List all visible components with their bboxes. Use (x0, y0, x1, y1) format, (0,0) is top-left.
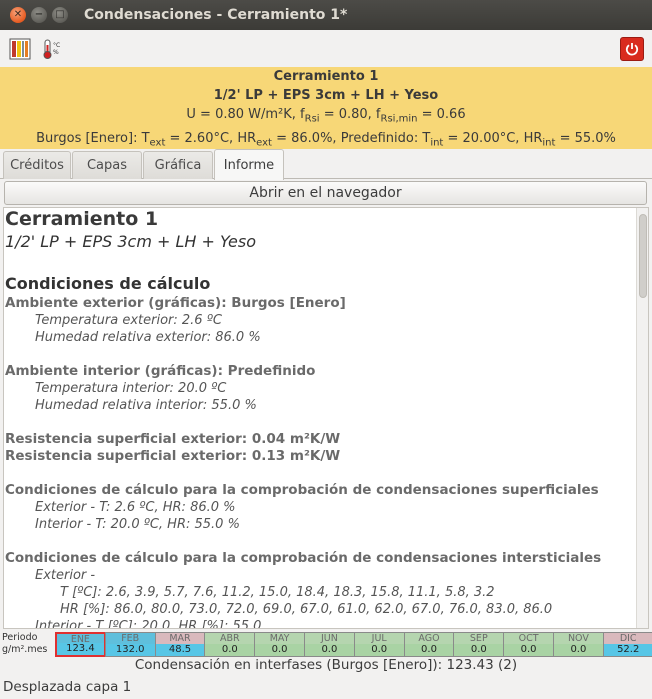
month-selector: Periodo g/m².mes ENE 123.4 FEB 132.0 MAR 48.5… (0, 631, 652, 657)
status-bar: Desplazada capa 1 (3, 679, 132, 695)
month-value: 123.4 (57, 643, 104, 655)
rsi-line: Resistencia superficial exterior: 0.13 m… (5, 448, 341, 464)
tab-bar: Créditos Capas Gráfica Informe (0, 149, 652, 180)
month-dic[interactable]: DIC 52.2 (602, 632, 652, 657)
surface-interior-conditions: Interior - T: 20.0 ºC, HR: 55.0 % (35, 517, 240, 532)
interstitial-condensation-heading: Condiciones de cálculo para la comprobac… (5, 550, 602, 566)
month-mar[interactable]: MAR 48.5 (154, 632, 206, 657)
element-name: Cerramiento 1 (273, 69, 379, 84)
interstitial-humidities: HR [%]: 86.0, 80.0, 73.0, 72.0, 69.0, 67… (60, 602, 553, 617)
tab-grafica[interactable]: Gráfica (143, 151, 213, 179)
materials-button[interactable] (8, 37, 32, 61)
tab-capas[interactable]: Capas (72, 151, 142, 179)
period-label-title: Periodo (2, 632, 38, 643)
rse-line: Resistencia superficial exterior: 0.04 m… (5, 431, 341, 447)
interior-ambient-heading: Ambiente interior (gráficas): Predefinid… (5, 363, 316, 379)
report-title: Cerramiento 1 (5, 208, 159, 230)
interstitial-exterior-label: Exterior - (35, 568, 96, 583)
month-ene[interactable]: ENE 123.4 (55, 632, 106, 657)
thermometer-icon: °C % (43, 39, 60, 59)
month-value: 0.0 (554, 644, 603, 656)
close-window-button[interactable]: ✕ (10, 7, 26, 23)
month-nov[interactable]: NOV 0.0 (553, 632, 604, 657)
svg-text:%: % (53, 49, 59, 56)
header-banner: Cerramiento 1 1/2' LP + EPS 3cm + LH + Y… (0, 67, 652, 149)
layers-icon (9, 38, 31, 60)
month-value: 0.0 (205, 644, 255, 656)
month-oct[interactable]: OCT 0.0 (503, 632, 554, 657)
month-ago[interactable]: AGO 0.0 (403, 632, 455, 657)
quit-button[interactable] (620, 37, 644, 61)
svg-text:°C: °C (53, 42, 60, 49)
surface-exterior-conditions: Exterior - T: 2.6 ºC, HR: 86.0 % (35, 500, 236, 515)
open-in-browser-button[interactable]: Abrir en el navegador (4, 181, 647, 205)
interior-humidity: Humedad relativa interior: 55.0 % (35, 398, 257, 413)
month-value: 0.0 (305, 644, 354, 656)
month-jul[interactable]: JUL 0.0 (353, 632, 405, 657)
exterior-ambient-heading: Ambiente exterior (gráficas): Burgos [En… (5, 295, 346, 311)
tab-informe[interactable]: Informe (214, 149, 284, 180)
month-value: 0.0 (504, 644, 553, 656)
interior-temperature: Temperatura interior: 20.0 ºC (35, 381, 227, 396)
toolbar: °C % (0, 30, 652, 66)
condensation-summary: Condensación en interfases (Burgos [Ener… (134, 657, 518, 673)
climate-button[interactable]: °C % (40, 37, 64, 61)
element-properties: U = 0.80 W/m²K, fRsi = 0.80, fRsi,min = … (186, 107, 466, 125)
month-abr[interactable]: ABR 0.0 (204, 632, 256, 657)
scrollbar-thumb[interactable] (639, 214, 647, 298)
month-value: 0.0 (255, 644, 304, 656)
month-value: 0.0 (454, 644, 504, 656)
month-may[interactable]: MAY 0.0 (254, 632, 305, 657)
minimize-window-button[interactable]: − (31, 7, 47, 23)
month-sep[interactable]: SEP 0.0 (453, 632, 505, 657)
title-bar: ✕ − □ Condensaciones - Cerramiento 1* (0, 0, 652, 30)
month-value: 0.0 (354, 644, 404, 656)
interstitial-interior: Interior - T [ºC]: 20.0, HR [%]: 55.0 (35, 619, 262, 629)
report-scrollbar[interactable] (636, 208, 648, 628)
month-value: 48.5 (155, 644, 205, 656)
interstitial-temperatures: T [ºC]: 2.6, 3.9, 5.7, 7.6, 11.2, 15.0, … (60, 585, 495, 600)
power-icon (625, 43, 639, 56)
report-subtitle: 1/2' LP + EPS 3cm + LH + Yeso (5, 232, 257, 251)
exterior-temperature: Temperatura exterior: 2.6 ºC (35, 313, 222, 328)
section-heading: Condiciones de cálculo (5, 274, 211, 293)
month-value: 52.2 (603, 644, 652, 656)
month-value: 0.0 (404, 644, 454, 656)
month-feb[interactable]: FEB 132.0 (104, 632, 156, 657)
window-title: Condensaciones - Cerramiento 1* (84, 7, 348, 23)
tab-creditos[interactable]: Créditos (3, 151, 71, 179)
element-layers: 1/2' LP + EPS 3cm + LH + Yeso (213, 88, 439, 103)
maximize-window-button[interactable]: □ (52, 7, 68, 23)
month-value: 132.0 (105, 644, 155, 656)
period-label: Periodo g/m².mes (2, 631, 54, 657)
period-label-units: g/m².mes (2, 644, 48, 655)
month-jun[interactable]: JUN 0.0 (304, 632, 355, 657)
surface-condensation-heading: Condiciones de cálculo para la comprobac… (5, 482, 599, 498)
exterior-humidity: Humedad relativa exterior: 86.0 % (35, 330, 261, 345)
report-view[interactable]: Cerramiento 1 1/2' LP + EPS 3cm + LH + Y… (3, 207, 649, 629)
